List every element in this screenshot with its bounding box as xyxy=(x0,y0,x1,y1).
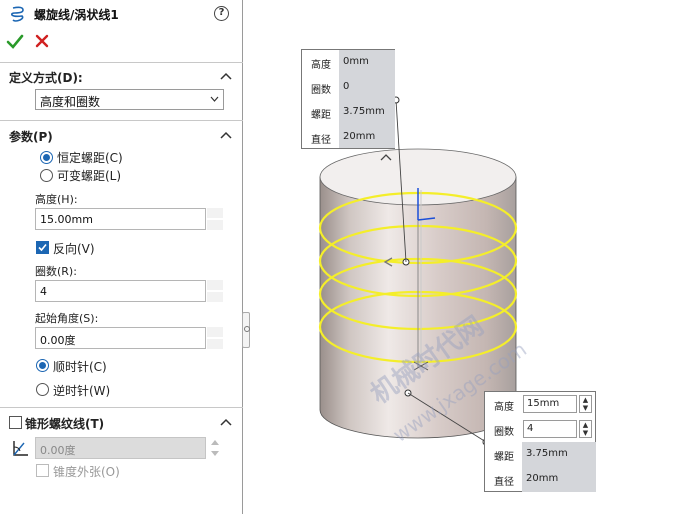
variable-pitch-radio[interactable] xyxy=(40,169,53,182)
close-icon xyxy=(35,34,49,48)
check-icon xyxy=(6,34,24,49)
taper-angle-icon xyxy=(13,441,28,456)
start-angle-spinner[interactable] xyxy=(207,327,223,349)
start-angle-label: 起始角度(S): xyxy=(35,312,99,325)
callout-key: 直径 xyxy=(494,477,514,488)
callout-value: 20mm xyxy=(526,473,559,484)
check-icon xyxy=(38,243,47,252)
helix-callout-start[interactable]: 高度 0mm 圈数 0 螺距 3.75mm 直径 20mm xyxy=(301,49,395,149)
callout-row: 直径 20mm xyxy=(302,125,396,149)
divider xyxy=(0,120,243,121)
callout-key: 螺距 xyxy=(494,452,514,463)
callout-value: 3.75mm xyxy=(343,106,385,117)
callout-revolutions-input[interactable]: 4 xyxy=(523,420,577,438)
revolutions-spinner[interactable] xyxy=(207,280,223,302)
counterclockwise-radio[interactable] xyxy=(36,383,49,396)
callout-key: 高度 xyxy=(311,60,331,71)
revolutions-value: 4 xyxy=(40,285,47,298)
reverse-checkbox[interactable] xyxy=(36,241,49,254)
divider xyxy=(0,407,243,408)
start-angle-field[interactable]: 0.00度 xyxy=(35,327,206,349)
callout-key: 螺距 xyxy=(311,110,331,121)
ok-button[interactable] xyxy=(6,33,24,51)
callout-value: 20mm xyxy=(343,131,376,142)
callout-value: 15mm xyxy=(527,398,560,409)
callout-revolutions-spinner[interactable]: ▲ ▼ xyxy=(579,420,592,438)
callout-value: 4 xyxy=(527,423,534,434)
callout-height-spinner[interactable]: ▲ ▼ xyxy=(579,395,592,413)
chevron-up-icon[interactable] xyxy=(220,131,232,139)
callout-value: 3.75mm xyxy=(526,448,568,459)
clockwise-label: 顺时针(C) xyxy=(53,360,107,374)
callout-row: 高度 0mm xyxy=(302,50,396,74)
definition-group-title[interactable]: 定义方式(D): xyxy=(9,69,83,86)
chevron-up-icon[interactable] xyxy=(220,72,232,80)
panel-resize-handle[interactable] xyxy=(242,312,250,348)
taper-outward-checkbox[interactable] xyxy=(36,464,49,477)
chevron-down-icon xyxy=(210,96,219,102)
helix-feature-icon xyxy=(11,6,24,22)
taper-group-title[interactable]: 锥形螺纹线(T) xyxy=(25,415,104,432)
variable-pitch-label: 可变螺距(L) xyxy=(57,169,122,183)
callout-key: 圈数 xyxy=(311,85,331,96)
definition-select[interactable]: 高度和圈数 xyxy=(35,89,224,110)
taper-angle-value: 0.00度 xyxy=(40,444,76,457)
property-manager-header: 螺旋线/涡状线1 ? xyxy=(0,0,243,60)
helix-callout-end[interactable]: 高度 15mm ▲ ▼ 圈数 4 ▲ ▼ 螺距 3.75mm 直径 20mm xyxy=(484,391,596,492)
taper-angle-spinner[interactable] xyxy=(209,437,221,459)
callout-key: 圈数 xyxy=(494,427,514,438)
callout-value: 0mm xyxy=(343,56,369,67)
feature-title: 螺旋线/涡状线1 xyxy=(34,8,119,22)
counterclockwise-label: 逆时针(W) xyxy=(53,384,111,398)
taper-checkbox[interactable] xyxy=(9,416,22,429)
taper-angle-field[interactable]: 0.00度 xyxy=(35,437,206,459)
callout-row: 直径 20mm xyxy=(485,467,597,491)
height-field[interactable]: 15.00mm xyxy=(35,208,206,230)
cancel-button[interactable] xyxy=(34,33,50,49)
callout-row: 圈数 4 ▲ ▼ xyxy=(485,417,597,441)
definition-select-value: 高度和圈数 xyxy=(40,95,101,109)
height-value: 15.00mm xyxy=(40,213,93,226)
clockwise-radio[interactable] xyxy=(36,359,49,372)
revolutions-label: 圈数(R): xyxy=(35,265,77,278)
callout-key: 高度 xyxy=(494,402,514,413)
start-angle-value: 0.00度 xyxy=(40,334,76,347)
taper-outward-label: 锥度外张(O) xyxy=(53,465,120,479)
callout-value: 0 xyxy=(343,81,350,92)
property-manager-panel: 螺旋线/涡状线1 ? 定义方式(D): 高度和圈数 参数(P) 恒定螺距(C) … xyxy=(0,0,243,514)
parameters-group-title[interactable]: 参数(P) xyxy=(9,128,53,145)
reverse-label: 反向(V) xyxy=(53,242,95,256)
divider xyxy=(0,62,243,63)
height-label: 高度(H): xyxy=(35,193,78,206)
help-button[interactable]: ? xyxy=(214,6,229,21)
graphics-area[interactable]: 高度 0mm 圈数 0 螺距 3.75mm 直径 20mm 高度 15mm ▲ ▼… xyxy=(251,0,699,514)
constant-pitch-radio[interactable] xyxy=(40,151,53,164)
callout-row: 高度 15mm ▲ ▼ xyxy=(485,392,597,416)
revolutions-field[interactable]: 4 xyxy=(35,280,206,302)
constant-pitch-label: 恒定螺距(C) xyxy=(57,151,123,165)
callout-height-input[interactable]: 15mm xyxy=(523,395,577,413)
callout-key: 直径 xyxy=(311,135,331,146)
callout-row: 螺距 3.75mm xyxy=(485,442,597,466)
height-spinner[interactable] xyxy=(207,208,223,230)
callout-row: 螺距 3.75mm xyxy=(302,100,396,124)
callout-row: 圈数 0 xyxy=(302,75,396,99)
chevron-up-icon[interactable] xyxy=(220,418,232,426)
